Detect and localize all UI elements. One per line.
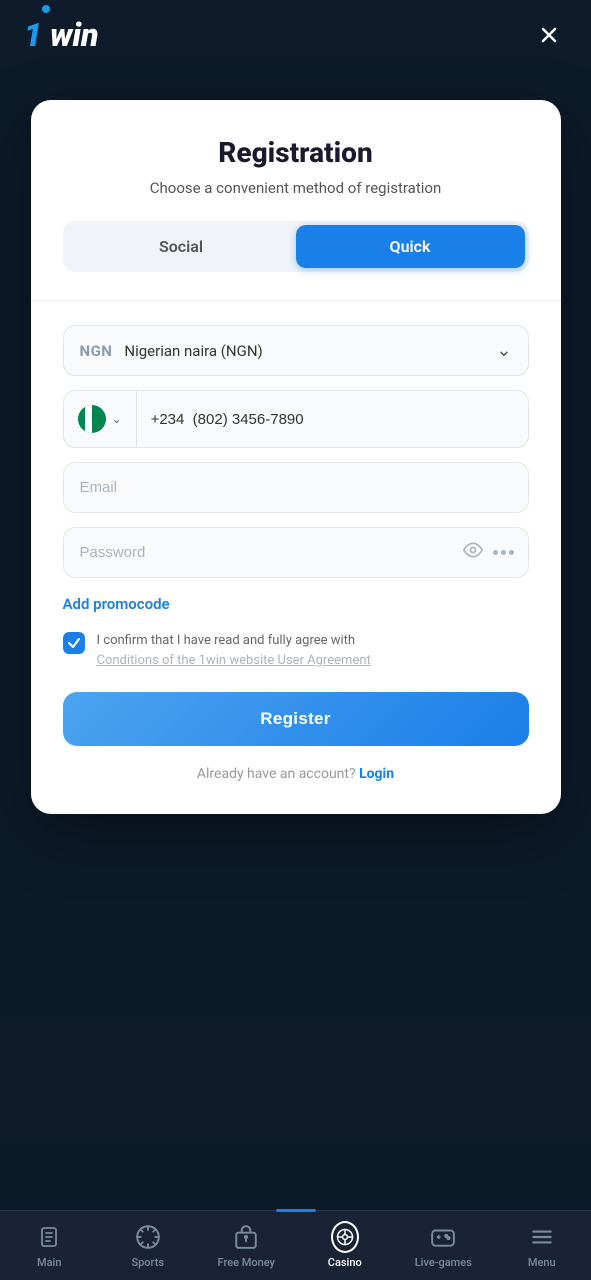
logo-text: 1win bbox=[24, 19, 99, 51]
modal-subtitle: Choose a convenient method of registrati… bbox=[63, 179, 529, 197]
terms-link[interactable]: Conditions of the 1win website User Agre… bbox=[97, 653, 371, 668]
live-games-icon bbox=[429, 1223, 457, 1251]
tab-social[interactable]: Social bbox=[67, 225, 296, 268]
login-row: Already have an account? Login bbox=[63, 766, 529, 782]
nav-label-live-games: Live-games bbox=[415, 1256, 472, 1269]
nav-label-free-money: Free Money bbox=[218, 1256, 275, 1269]
password-icons bbox=[463, 540, 528, 565]
eye-icon[interactable] bbox=[463, 540, 483, 565]
casino-icon-circle bbox=[331, 1221, 359, 1253]
nav-item-sports[interactable]: Sports bbox=[99, 1223, 198, 1269]
phone-input[interactable] bbox=[137, 397, 528, 442]
nav-item-main[interactable]: Main bbox=[0, 1223, 99, 1269]
nav-item-menu[interactable]: Menu bbox=[493, 1223, 591, 1269]
nav-label-sports: Sports bbox=[131, 1256, 164, 1269]
currency-name: Nigerian naira (NGN) bbox=[124, 342, 496, 360]
close-button[interactable] bbox=[531, 17, 567, 53]
nav-label-menu: Menu bbox=[528, 1256, 556, 1269]
chevron-down-icon: ⌄ bbox=[496, 340, 511, 361]
casino-icon bbox=[331, 1223, 359, 1251]
modal-title: Registration bbox=[63, 136, 529, 169]
free-money-icon bbox=[232, 1223, 260, 1251]
nav-label-main: Main bbox=[37, 1256, 61, 1269]
nav-label-casino: Casino bbox=[328, 1256, 362, 1269]
terms-checkbox-row: I confirm that I have read and fully agr… bbox=[63, 631, 529, 670]
menu-icon bbox=[528, 1223, 556, 1251]
registration-tabs: Social Quick bbox=[63, 221, 529, 272]
login-link[interactable]: Login bbox=[359, 766, 394, 782]
country-flag-button[interactable]: ⌄ bbox=[64, 391, 137, 447]
tab-quick[interactable]: Quick bbox=[296, 225, 525, 268]
register-button[interactable]: Register bbox=[63, 692, 529, 746]
password-input[interactable] bbox=[64, 528, 463, 577]
nav-item-free-money[interactable]: Free Money bbox=[197, 1223, 296, 1269]
header: 1win bbox=[0, 0, 591, 70]
terms-label: I confirm that I have read and fully agr… bbox=[97, 631, 371, 670]
logo: 1win bbox=[24, 19, 99, 51]
flag-chevron-icon: ⌄ bbox=[112, 412, 122, 426]
nav-item-casino[interactable]: Casino bbox=[296, 1223, 395, 1269]
casino-active-indicator bbox=[276, 1209, 316, 1212]
registration-modal: Registration Choose a convenient method … bbox=[31, 100, 561, 814]
modal-container: Registration Choose a convenient method … bbox=[0, 70, 591, 1210]
currency-code: NGN bbox=[80, 342, 113, 360]
terms-checkbox[interactable] bbox=[63, 632, 85, 654]
already-account-text: Already have an account? bbox=[197, 766, 356, 782]
sports-icon bbox=[134, 1223, 162, 1251]
nigeria-flag-icon bbox=[78, 405, 106, 433]
add-promocode-button[interactable]: Add promocode bbox=[63, 595, 170, 613]
divider bbox=[31, 300, 561, 301]
nav-item-live-games[interactable]: Live-games bbox=[394, 1223, 493, 1269]
more-options-icon[interactable] bbox=[493, 550, 514, 555]
currency-selector[interactable]: NGN Nigerian naira (NGN) ⌄ bbox=[63, 325, 529, 376]
password-input-row bbox=[63, 527, 529, 578]
phone-input-row: ⌄ bbox=[63, 390, 529, 448]
main-icon bbox=[35, 1223, 63, 1251]
email-input[interactable] bbox=[63, 462, 529, 513]
bottom-nav: Main Sports Free Money bbox=[0, 1210, 591, 1280]
